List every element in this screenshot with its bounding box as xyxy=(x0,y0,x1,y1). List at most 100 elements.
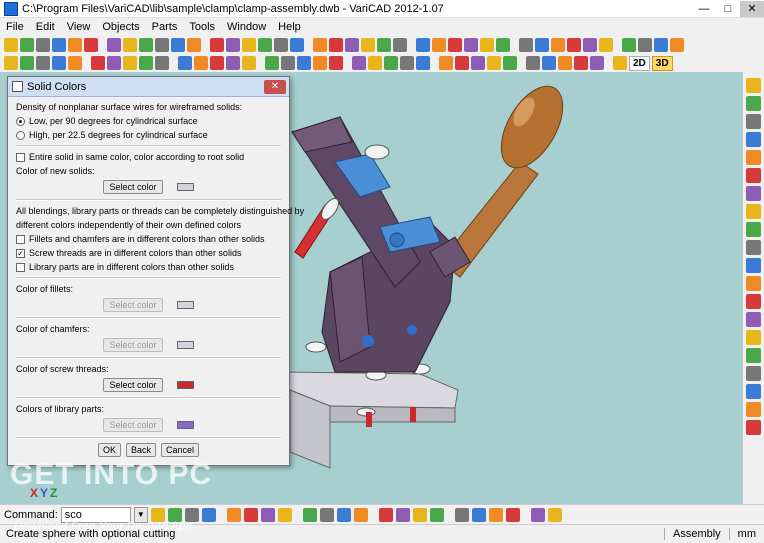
tool-icon[interactable] xyxy=(542,56,556,70)
tool-icon[interactable] xyxy=(68,38,82,52)
tool-icon[interactable] xyxy=(319,507,334,522)
tool-icon[interactable] xyxy=(746,78,761,93)
fillets-different-option[interactable]: Fillets and chamfers are in different co… xyxy=(16,232,281,246)
menu-help[interactable]: Help xyxy=(272,21,307,33)
tool-icon[interactable] xyxy=(384,56,398,70)
menu-edit[interactable]: Edit xyxy=(30,21,61,33)
tool-icon[interactable] xyxy=(638,38,652,52)
tool-icon[interactable] xyxy=(91,56,105,70)
view-3d-button[interactable]: 3D xyxy=(651,55,673,71)
checkbox-icon[interactable] xyxy=(16,234,25,244)
density-high-option[interactable]: High, per 22.5 degrees for cylindrical s… xyxy=(16,128,281,142)
tool-icon[interactable] xyxy=(454,507,469,522)
tool-icon[interactable] xyxy=(353,507,368,522)
tool-icon[interactable] xyxy=(480,38,494,52)
tool-icon[interactable] xyxy=(243,507,258,522)
tool-icon[interactable] xyxy=(393,38,407,52)
tool-icon[interactable] xyxy=(746,240,761,255)
tool-icon[interactable] xyxy=(519,38,533,52)
tool-icon[interactable] xyxy=(368,56,382,70)
select-color-fillets-button[interactable]: Select color xyxy=(103,298,163,312)
tool-icon[interactable] xyxy=(746,420,761,435)
tool-icon[interactable] xyxy=(439,56,453,70)
tool-icon[interactable] xyxy=(345,38,359,52)
tool-icon[interactable] xyxy=(274,38,288,52)
tool-icon[interactable] xyxy=(20,38,34,52)
tool-icon[interactable] xyxy=(746,384,761,399)
tool-icon[interactable] xyxy=(395,507,410,522)
tool-icon[interactable] xyxy=(361,38,375,52)
ok-button[interactable]: OK xyxy=(97,443,121,457)
tool-icon[interactable] xyxy=(590,56,604,70)
tool-icon[interactable] xyxy=(746,330,761,345)
tool-icon[interactable] xyxy=(302,507,317,522)
tool-icon[interactable] xyxy=(746,168,761,183)
density-low-option[interactable]: Low, per 90 degrees for cylindrical surf… xyxy=(16,114,281,128)
tool-icon[interactable] xyxy=(36,56,50,70)
tool-icon[interactable] xyxy=(178,56,192,70)
tool-icon[interactable] xyxy=(297,56,311,70)
tool-icon[interactable] xyxy=(505,507,520,522)
tool-icon[interactable] xyxy=(260,507,275,522)
view-2d-button[interactable]: 2D xyxy=(629,55,650,71)
close-button[interactable]: ✕ xyxy=(740,0,764,17)
tool-icon[interactable] xyxy=(277,507,292,522)
tool-icon[interactable] xyxy=(746,258,761,273)
tool-icon[interactable] xyxy=(599,38,613,52)
minimize-button[interactable]: — xyxy=(692,1,716,17)
tool-icon[interactable] xyxy=(551,38,565,52)
tool-icon[interactable] xyxy=(187,38,201,52)
tool-icon[interactable] xyxy=(313,38,327,52)
tool-icon[interactable] xyxy=(52,56,66,70)
tool-icon[interactable] xyxy=(329,38,343,52)
tool-icon[interactable] xyxy=(201,507,216,522)
tool-icon[interactable] xyxy=(242,38,256,52)
tool-icon[interactable] xyxy=(36,38,50,52)
tool-icon[interactable] xyxy=(123,38,137,52)
radio-selected-icon[interactable] xyxy=(16,116,25,126)
tool-icon[interactable] xyxy=(242,56,256,70)
tool-icon[interactable] xyxy=(171,38,185,52)
tool-icon[interactable] xyxy=(746,132,761,147)
tool-icon[interactable] xyxy=(487,56,501,70)
tool-icon[interactable] xyxy=(226,507,241,522)
tool-icon[interactable] xyxy=(265,56,279,70)
command-input[interactable] xyxy=(60,506,131,523)
select-color-screw-threads-button[interactable]: Select color xyxy=(103,378,163,392)
radio-icon[interactable] xyxy=(16,130,25,140)
tool-icon[interactable] xyxy=(210,56,224,70)
tool-icon[interactable] xyxy=(416,38,430,52)
tool-icon[interactable] xyxy=(378,507,393,522)
menu-objects[interactable]: Objects xyxy=(96,21,145,33)
tool-icon[interactable] xyxy=(746,186,761,201)
tool-icon[interactable] xyxy=(670,38,684,52)
tool-icon[interactable] xyxy=(654,38,668,52)
checkbox-icon[interactable] xyxy=(16,152,25,162)
tool-icon[interactable] xyxy=(746,402,761,417)
tool-icon[interactable] xyxy=(155,56,169,70)
tool-icon[interactable] xyxy=(526,56,540,70)
select-color-chamfers-button[interactable]: Select color xyxy=(103,338,163,352)
tool-icon[interactable] xyxy=(400,56,414,70)
back-button[interactable]: Back xyxy=(125,443,156,457)
tool-icon[interactable] xyxy=(496,38,510,52)
menu-view[interactable]: View xyxy=(61,21,97,33)
tool-icon[interactable] xyxy=(464,38,478,52)
select-color-library-parts-button[interactable]: Select color xyxy=(103,418,163,432)
tool-icon[interactable] xyxy=(746,204,761,219)
tool-icon[interactable] xyxy=(432,38,446,52)
checkbox-icon[interactable] xyxy=(16,262,25,272)
tool-icon[interactable] xyxy=(107,38,121,52)
tool-icon[interactable] xyxy=(746,348,761,363)
tool-icon[interactable] xyxy=(107,56,121,70)
tool-icon[interactable] xyxy=(84,38,98,52)
tool-icon[interactable] xyxy=(429,507,444,522)
tool-icon[interactable] xyxy=(567,38,581,52)
tool-icon[interactable] xyxy=(746,222,761,237)
menu-window[interactable]: Window xyxy=(221,21,272,33)
tool-icon[interactable] xyxy=(329,56,343,70)
tool-icon[interactable] xyxy=(574,56,588,70)
tool-icon[interactable] xyxy=(448,38,462,52)
tool-icon[interactable] xyxy=(155,38,169,52)
tool-icon[interactable] xyxy=(139,38,153,52)
